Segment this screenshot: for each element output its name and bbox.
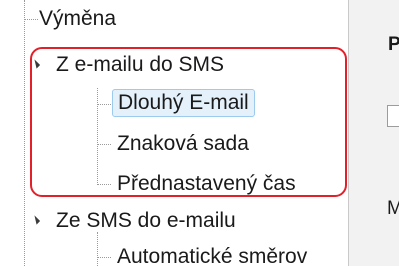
- tree-guide-line: [97, 88, 98, 185]
- tree-item-charset[interactable]: Znaková sada: [117, 130, 249, 158]
- tree-guide-line: [97, 144, 111, 145]
- tree-item-label: Znaková sada: [117, 132, 249, 155]
- tree-item-label: Výměna: [39, 7, 117, 30]
- tree-guide-line: [97, 184, 111, 185]
- tree-item-label: Automatické směrov: [117, 245, 308, 266]
- tree-guide-line: [97, 104, 111, 105]
- tree-item-label: Dlouhý E-mail: [118, 91, 249, 114]
- tree-item-email-to-sms[interactable]: Z e-mailu do SMS: [56, 51, 224, 79]
- tree-item-vymena[interactable]: Výměna: [39, 5, 116, 33]
- tree-item-label: Ze SMS do e-mailu: [56, 209, 236, 232]
- expanded-arrow-icon[interactable]: [30, 215, 41, 225]
- settings-tree: Výměna Z e-mailu do SMS Dlouhý E-mail Zn…: [0, 0, 349, 266]
- expanded-arrow-icon[interactable]: [30, 59, 41, 69]
- tree-item-label: Přednastavený čas: [117, 172, 296, 195]
- tree-item-long-email[interactable]: Dlouhý E-mail: [112, 89, 255, 117]
- detail-label: M: [387, 198, 399, 219]
- tree-item-label: Z e-mailu do SMS: [56, 53, 225, 76]
- tree-item-preset-time[interactable]: Přednastavený čas: [117, 170, 296, 198]
- tree-guide-line: [97, 257, 111, 258]
- tree-guide-line: [24, 19, 38, 20]
- detail-section-title: P: [388, 34, 399, 55]
- settings-detail-pane: P M: [349, 0, 399, 266]
- tree-item-sms-to-email[interactable]: Ze SMS do e-mailu: [56, 207, 236, 235]
- tree-guide-line: [24, 0, 25, 266]
- tree-guide-line: [97, 232, 98, 266]
- tree-item-auto-forward[interactable]: Automatické směrov: [117, 243, 307, 266]
- detail-checkbox[interactable]: [387, 105, 399, 127]
